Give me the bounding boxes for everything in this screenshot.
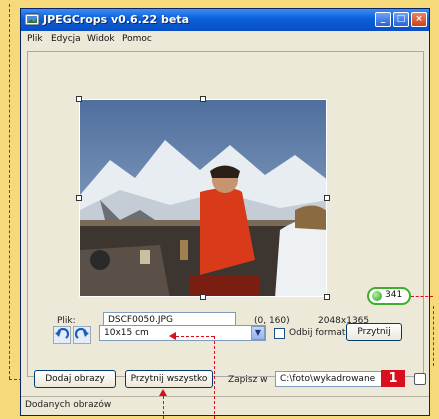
annotation-line-right — [433, 306, 434, 366]
crop-handle-bottom-right[interactable] — [324, 294, 330, 300]
annotation-line-left — [9, 4, 10, 379]
rotate-left-button[interactable] — [53, 326, 71, 344]
close-button[interactable]: × — [411, 12, 427, 27]
chevron-down-icon[interactable]: ▼ — [251, 326, 265, 340]
file-label: Plik: — [57, 316, 76, 326]
browse-button[interactable] — [414, 373, 426, 385]
save-in-label: Zapisz w — [228, 375, 268, 385]
rotate-left-icon — [55, 328, 69, 339]
mirror-format-label: Odbij format — [289, 328, 346, 338]
rotate-right-button[interactable] — [73, 326, 91, 344]
maximize-button[interactable]: □ — [393, 12, 409, 27]
status-bar: Dodanych obrazów — [21, 396, 429, 415]
crop-handle-left[interactable] — [76, 195, 82, 201]
title-bar: JPEGCrops v0.6.22 beta _ □ × — [21, 9, 429, 31]
crop-handle-top[interactable] — [200, 96, 206, 102]
menu-bar: Plik Edycja Widok Pomoc — [21, 31, 429, 47]
green-dot-icon — [372, 291, 382, 301]
menu-pomoc[interactable]: Pomoc — [122, 34, 152, 44]
crop-handle-top-left[interactable] — [76, 96, 82, 102]
save-path-field[interactable]: C:\foto\wykadrowane — [275, 371, 387, 387]
minimize-button[interactable]: _ — [375, 12, 391, 27]
annotation-line-format-down — [214, 336, 215, 419]
annotation-arrow-format — [169, 332, 176, 340]
add-images-button[interactable]: Dodaj obrazy — [34, 370, 116, 388]
status-badge: 341 — [367, 287, 411, 305]
crop-button[interactable]: Przytnij — [346, 323, 402, 341]
app-icon — [25, 13, 39, 26]
window-title: JPEGCrops v0.6.22 beta — [43, 13, 189, 26]
app-window: JPEGCrops v0.6.22 beta _ □ × Plik Edycja… — [20, 8, 430, 416]
annotation-line-badge — [411, 296, 433, 297]
crop-handle-bottom[interactable] — [200, 294, 206, 300]
crop-frame[interactable] — [79, 99, 327, 297]
callout-number: 1 — [381, 370, 405, 387]
crop-all-button[interactable]: Przytnij wszystko — [125, 370, 213, 388]
annotation-line-format — [176, 336, 214, 337]
crop-handle-right[interactable] — [324, 195, 330, 201]
menu-widok[interactable]: Widok — [87, 34, 115, 44]
menu-edycja[interactable]: Edycja — [51, 34, 81, 44]
annotation-arrow-crop-all — [159, 389, 167, 396]
annotation-line-crop-all — [163, 396, 164, 419]
status-text: Dodanych obrazów — [25, 400, 112, 410]
rotate-right-icon — [75, 328, 89, 339]
dpi-value: 341 — [385, 290, 403, 300]
menu-plik[interactable]: Plik — [27, 34, 43, 44]
mirror-format-checkbox[interactable] — [274, 328, 285, 339]
format-select[interactable]: 10x15 cm — [99, 325, 266, 341]
